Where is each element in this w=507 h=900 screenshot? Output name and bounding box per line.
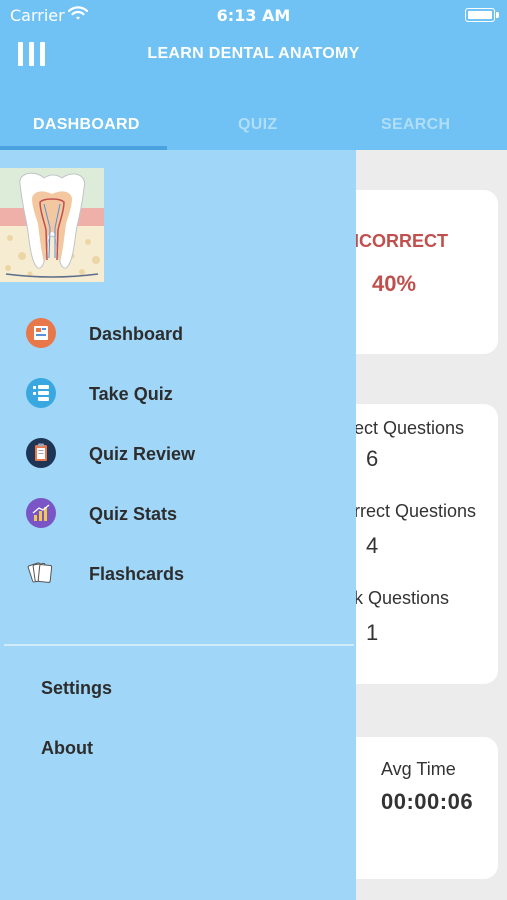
tab-quiz[interactable]: QUIZ (238, 116, 277, 134)
nav-bar: LEARN DENTAL ANATOMY (0, 30, 507, 102)
incorrect-questions-value: 4 (366, 533, 379, 558)
battery-icon (465, 8, 499, 22)
drawer-item-flashcards[interactable]: Flashcards (0, 550, 356, 600)
take-quiz-icon (26, 378, 56, 408)
clock-time: 6:13 AM (216, 6, 291, 25)
avg-time-value: 00:00:06 (381, 789, 474, 814)
correct-questions-value: 6 (366, 446, 379, 471)
drawer-item-label: Quiz Review (89, 444, 196, 464)
tab-search[interactable]: SEARCH (381, 116, 450, 134)
incorrect-questions-label: rrect Questions (354, 501, 477, 521)
drawer-divider (4, 644, 354, 646)
drawer-item-label: Quiz Stats (89, 504, 178, 524)
side-drawer: Dashboard Take Quiz Quiz Review Quiz Sta… (0, 150, 356, 900)
drawer-item-about[interactable]: About (0, 726, 356, 770)
drawer-item-quiz-review[interactable]: Quiz Review (0, 430, 356, 480)
marked-questions-label: k Questions (354, 588, 450, 608)
stats-icon (26, 498, 56, 528)
drawer-item-quiz-stats[interactable]: Quiz Stats (0, 490, 356, 540)
status-bar: Carrier 6:13 AM (0, 0, 507, 30)
dashboard-icon (26, 318, 56, 348)
flashcards-icon (27, 562, 53, 583)
drawer-item-dashboard[interactable]: Dashboard (0, 310, 356, 360)
incorrect-value: 40% (372, 271, 417, 296)
tab-dashboard[interactable]: DASHBOARD (33, 116, 140, 134)
drawer-item-take-quiz[interactable]: Take Quiz (0, 370, 356, 420)
clipboard-icon (26, 438, 56, 468)
tooth-anatomy-image (0, 168, 104, 282)
app-title: LEARN DENTAL ANATOMY (147, 45, 360, 62)
tab-bar: DASHBOARD QUIZ SEARCH (0, 102, 507, 150)
correct-questions-label: ect Questions (354, 418, 465, 438)
drawer-item-label: Flashcards (89, 564, 185, 584)
marked-questions-value: 1 (366, 620, 379, 645)
drawer-item-label: Settings (41, 678, 113, 698)
drawer-item-label: Take Quiz (89, 384, 173, 404)
drawer-item-settings[interactable]: Settings (0, 666, 356, 710)
incorrect-label: ICORRECT (354, 231, 448, 251)
drawer-item-label: Dashboard (89, 324, 184, 344)
avg-time-label: Avg Time (381, 759, 456, 779)
drawer-item-label: About (41, 738, 93, 758)
